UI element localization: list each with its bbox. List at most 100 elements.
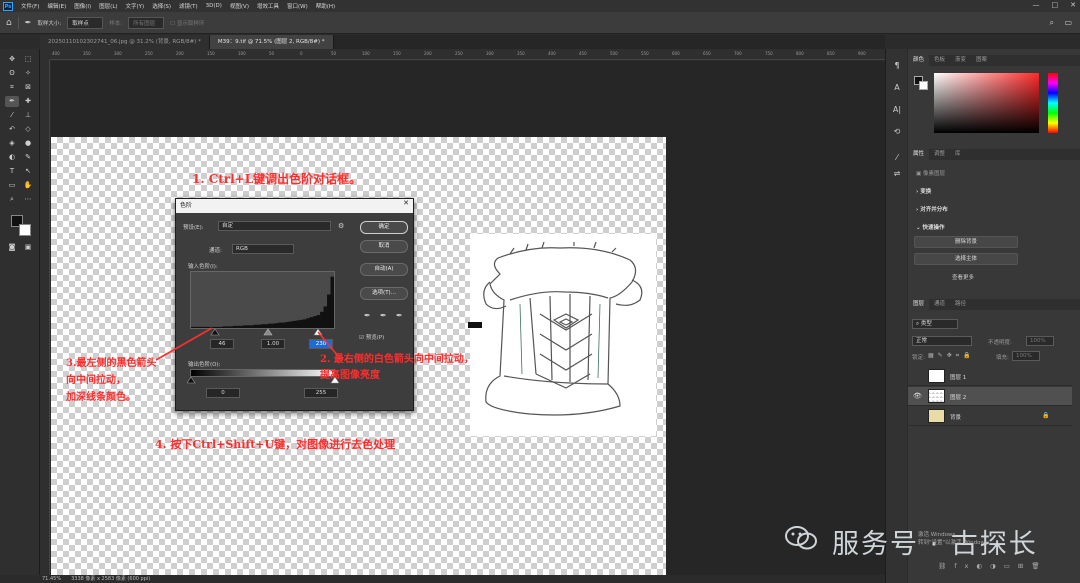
- options-button[interactable]: 选项(T)...: [360, 287, 408, 300]
- eyedropper-tool-icon[interactable]: ✒: [25, 18, 32, 27]
- menu-image[interactable]: 图像(I): [70, 2, 95, 10]
- maximize-button[interactable]: □: [1052, 1, 1059, 9]
- menu-layer[interactable]: 图层(L): [95, 2, 121, 10]
- home-icon[interactable]: ⌂: [6, 18, 12, 28]
- menu-3d[interactable]: 3D(D): [202, 3, 226, 9]
- tab-patterns[interactable]: 图案: [971, 55, 992, 66]
- white-eyedropper-icon[interactable]: ✒: [396, 311, 403, 320]
- quick-mask-icon[interactable]: ◙: [5, 242, 19, 253]
- menu-view[interactable]: 视图(V): [226, 2, 253, 10]
- tab-gradients[interactable]: 渐变: [950, 55, 971, 66]
- sample-size-select[interactable]: 取样点: [67, 16, 104, 29]
- hue-slider[interactable]: [1048, 73, 1058, 133]
- paragraph-icon[interactable]: ¶: [890, 61, 904, 73]
- magic-wand-tool-icon[interactable]: ✧: [21, 68, 35, 79]
- fill-field[interactable]: 100%: [1012, 351, 1040, 361]
- tab-channels[interactable]: 通道: [929, 299, 950, 310]
- lasso-tool-icon[interactable]: ʘ: [5, 68, 19, 79]
- background-color-swatch[interactable]: [19, 224, 31, 236]
- paint-bucket-icon[interactable]: ◈: [5, 138, 19, 149]
- tab-paths[interactable]: 路径: [950, 299, 971, 310]
- path-select-icon[interactable]: ↖: [21, 166, 35, 177]
- lock-icons[interactable]: ▦✎✥⌗🔒: [928, 352, 975, 360]
- layer-row[interactable]: 背景 🔒: [908, 407, 1072, 426]
- horizontal-ruler[interactable]: 400 350 300 250 200 150 100 50 0 50 100 150 200 250 30…: [50, 49, 885, 60]
- menu-plugins[interactable]: 增效工具: [253, 2, 283, 10]
- gray-eyedropper-icon[interactable]: ✒: [380, 311, 387, 320]
- healing-brush-icon[interactable]: ✚: [21, 96, 35, 107]
- brush-settings-icon[interactable]: ⁄: [890, 153, 904, 165]
- adjustments-icon[interactable]: ⇌: [890, 169, 904, 181]
- tab-swatches[interactable]: 色板: [929, 55, 950, 66]
- tab-document-2[interactable]: M39：9.tif @ 71.5% (图层 2, RGB/8#) *: [209, 35, 334, 49]
- preset-gear-icon[interactable]: ⚙: [338, 222, 344, 230]
- eraser-tool-icon[interactable]: ◇: [21, 124, 35, 135]
- show-sampling-ring-checkbox[interactable]: ☐ 显示取样环: [170, 19, 204, 27]
- marquee-tool-icon[interactable]: ⬚: [21, 54, 35, 65]
- menu-help[interactable]: 帮助(H): [312, 2, 339, 10]
- eyedropper-icon[interactable]: ✒: [5, 96, 19, 107]
- output-white-field[interactable]: 255: [304, 388, 338, 398]
- menu-edit[interactable]: 编辑(E): [43, 2, 70, 10]
- remove-background-button[interactable]: 删除背景: [914, 236, 1018, 248]
- auto-button[interactable]: 自动(A): [360, 263, 408, 276]
- minimize-button[interactable]: —: [1033, 1, 1040, 9]
- screen-mode-icon[interactable]: ▣: [21, 242, 35, 253]
- transform-section[interactable]: › 变换: [916, 187, 931, 195]
- menu-window[interactable]: 窗口(W): [283, 2, 312, 10]
- hand-tool-icon[interactable]: ✋: [21, 180, 35, 191]
- dodge-tool-icon[interactable]: ◐: [5, 152, 19, 163]
- character-icon[interactable]: A: [890, 83, 904, 95]
- black-eyedropper-icon[interactable]: ✒: [364, 311, 371, 320]
- pen-tool-icon[interactable]: ✎: [21, 152, 35, 163]
- type-tool-icon[interactable]: T: [5, 166, 19, 177]
- preset-select[interactable]: 自定: [218, 221, 331, 231]
- layer-row[interactable]: 👁 图层 2: [908, 387, 1072, 406]
- learn-more-link[interactable]: 查看更多: [952, 273, 974, 281]
- workspace-icon[interactable]: ▭: [1064, 18, 1072, 27]
- menu-file[interactable]: 文件(F): [17, 2, 43, 10]
- move-tool-icon[interactable]: ✥: [5, 54, 19, 65]
- color-field[interactable]: [934, 73, 1039, 133]
- zoom-level[interactable]: 71.45%: [42, 575, 61, 583]
- cancel-button[interactable]: 取消: [360, 240, 408, 253]
- tab-color[interactable]: 颜色: [908, 55, 930, 66]
- menu-filter[interactable]: 滤镜(T): [175, 2, 202, 10]
- history-icon[interactable]: ⟲: [890, 127, 904, 139]
- tab-adjustments[interactable]: 调整: [929, 149, 950, 160]
- channel-select[interactable]: RGB: [232, 244, 294, 254]
- sample-select[interactable]: 所有图层: [128, 16, 165, 29]
- glyphs-icon[interactable]: A|: [890, 105, 904, 117]
- eye-icon[interactable]: 👁: [913, 392, 922, 400]
- close-button[interactable]: ✕: [1070, 1, 1076, 9]
- dialog-close-icon[interactable]: ✕: [403, 199, 409, 207]
- bg-color-chip[interactable]: [919, 81, 928, 90]
- blur-tool-icon[interactable]: ●: [21, 138, 35, 149]
- more-tools-icon[interactable]: ⋯: [21, 194, 35, 205]
- frame-tool-icon[interactable]: ⊠: [21, 82, 35, 93]
- tab-libraries[interactable]: 库: [950, 149, 966, 160]
- ok-button[interactable]: 确定: [360, 221, 408, 234]
- menu-type[interactable]: 文字(Y): [122, 2, 149, 10]
- preview-checkbox[interactable]: ☑ 预览(P): [359, 333, 384, 341]
- vertical-ruler[interactable]: [40, 60, 50, 575]
- blend-mode-select[interactable]: 正常: [912, 336, 972, 346]
- layer-kind-filter[interactable]: ⌕ 类型: [912, 319, 958, 329]
- tab-layers[interactable]: 图层: [908, 299, 930, 310]
- menu-select[interactable]: 选择(S): [148, 2, 175, 10]
- rectangle-tool-icon[interactable]: ▭: [5, 180, 19, 191]
- crop-tool-icon[interactable]: ⌗: [5, 82, 19, 93]
- zoom-tool-icon[interactable]: ⌕: [5, 194, 19, 205]
- output-black-field[interactable]: 0: [206, 388, 240, 398]
- layer-row[interactable]: 图层 1: [908, 367, 1072, 386]
- quick-actions-section[interactable]: ⌄ 快速操作: [916, 223, 945, 231]
- stamp-tool-icon[interactable]: ⊥: [21, 110, 35, 121]
- align-section[interactable]: › 对齐并分布: [916, 205, 948, 213]
- select-subject-button[interactable]: 选择主体: [914, 253, 1018, 265]
- tab-document-1[interactable]: 20250110102302741_06.jpg @ 31.2% (背景, RG…: [40, 35, 210, 49]
- tab-properties[interactable]: 属性: [908, 149, 930, 160]
- brush-tool-icon[interactable]: ⁄: [5, 110, 19, 121]
- document-info[interactable]: 3338 像素 x 2583 像素 (600 ppi): [71, 575, 150, 583]
- history-brush-icon[interactable]: ↶: [5, 124, 19, 135]
- search-icon[interactable]: ⌕: [1050, 18, 1054, 28]
